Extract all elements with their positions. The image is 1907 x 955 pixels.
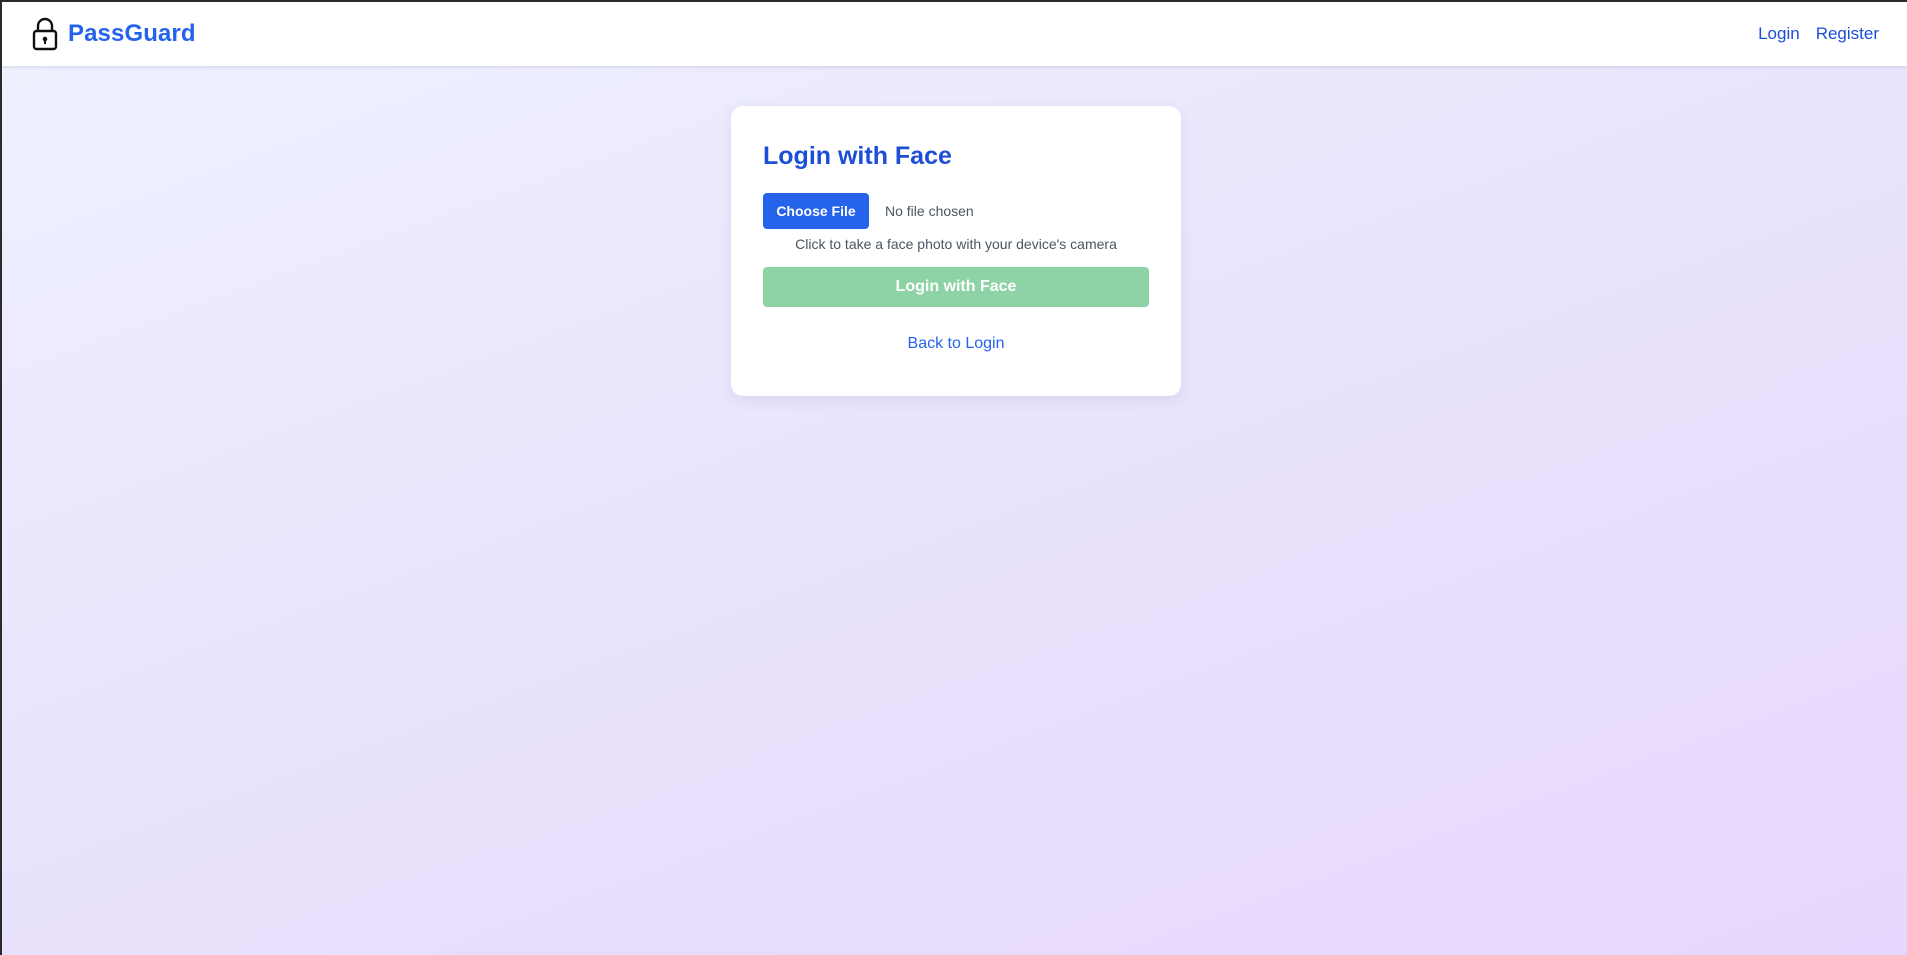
nav-login-link[interactable]: Login <box>1758 24 1800 44</box>
top-navbar: PassGuard Login Register <box>2 2 1907 66</box>
nav-links: Login Register <box>1758 24 1879 44</box>
file-status-text: No file chosen <box>885 203 974 219</box>
choose-file-button[interactable]: Choose File <box>763 193 869 229</box>
brand-name: PassGuard <box>68 20 196 47</box>
file-input: Choose File No file chosen <box>763 193 1149 229</box>
back-to-login-link[interactable]: Back to Login <box>763 335 1149 353</box>
face-login-card: Login with Face Choose File No file chos… <box>731 106 1181 396</box>
card-title: Login with Face <box>763 142 952 170</box>
brand[interactable]: PassGuard <box>32 17 196 51</box>
nav-register-link[interactable]: Register <box>1816 24 1879 44</box>
login-with-face-button[interactable]: Login with Face <box>763 267 1149 307</box>
camera-hint: Click to take a face photo with your dev… <box>795 236 1117 252</box>
lock-icon <box>32 17 58 51</box>
